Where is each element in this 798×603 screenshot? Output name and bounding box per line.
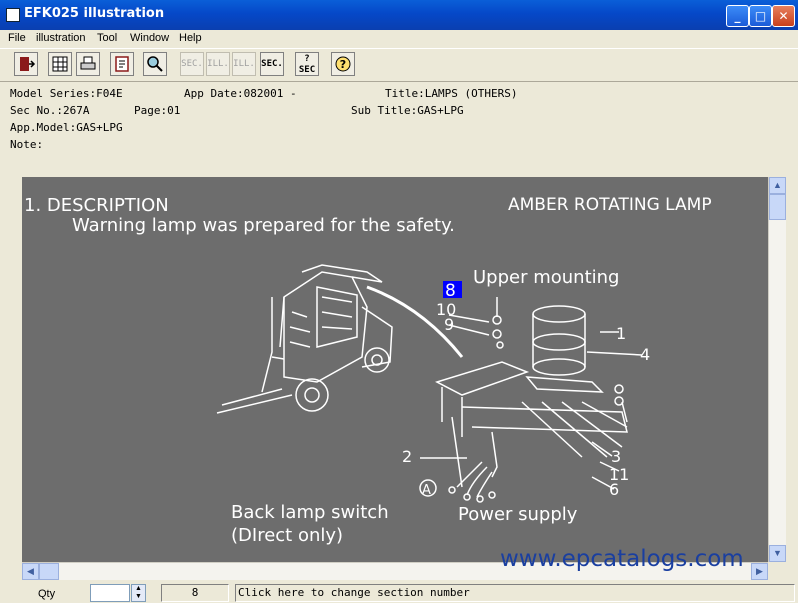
minimize-button[interactable]: _ <box>726 5 749 27</box>
section-number-field[interactable]: 8 <box>161 584 229 602</box>
section-query-label: SEC <box>298 65 316 75</box>
scroll-right-button[interactable]: ▶ <box>751 563 768 580</box>
callout-6[interactable]: 6 <box>609 480 619 499</box>
illustration-canvas: 1. DESCRIPTION AMBER ROTATING LAMP Warni… <box>24 195 712 546</box>
page-number: Page:01 <box>134 104 181 117</box>
index-button[interactable] <box>110 52 134 76</box>
power-supply-label: Power supply <box>458 504 578 525</box>
callout-8[interactable]: 8 <box>445 281 456 301</box>
qty-spinner[interactable]: ▲ ▼ <box>131 584 146 602</box>
search-icon <box>147 56 163 72</box>
search-button[interactable] <box>143 52 167 76</box>
grid-icon <box>52 56 68 72</box>
watermark: www.epcatalogs.com <box>500 546 744 572</box>
info-panel: Model Series:F04E App Date:082001 - Titl… <box>6 84 794 172</box>
direct-only-label: (DIrect only) <box>231 525 343 546</box>
menu-help[interactable]: Help <box>179 32 202 44</box>
maximize-button[interactable]: □ <box>749 5 772 27</box>
previous-section-button[interactable]: SEC. <box>180 52 204 76</box>
back-lamp-switch-label: Back lamp switch <box>231 502 389 523</box>
section-number: Sec No.:267A <box>10 104 90 117</box>
callout-3[interactable]: 3 <box>611 447 621 466</box>
book-icon <box>115 56 129 72</box>
scroll-down-button[interactable]: ▼ <box>769 545 786 562</box>
connector-label: A <box>422 483 431 498</box>
menu-tool[interactable]: Tool <box>97 32 117 44</box>
callout-2[interactable]: 2 <box>402 447 412 466</box>
help-button[interactable]: ? <box>331 52 355 76</box>
callout-9[interactable]: 9 <box>444 315 454 334</box>
callout-1[interactable]: 1 <box>616 324 626 343</box>
status-bar: Qty ▲ ▼ 8 Click here to change section nu… <box>0 583 798 603</box>
qty-label: Qty <box>38 588 56 600</box>
app-date: App Date:082001 - <box>184 87 297 100</box>
change-section-hint[interactable]: Click here to change section number <box>235 584 795 602</box>
menu-window[interactable]: Window <box>130 32 169 44</box>
forklift-drawing <box>216 264 393 414</box>
section-query-mark: ? <box>304 54 310 64</box>
scroll-up-button[interactable]: ▲ <box>769 177 786 194</box>
app-icon <box>6 8 20 22</box>
menu-illustration[interactable]: illustration <box>36 32 86 44</box>
menu-file[interactable]: File <box>8 32 26 44</box>
note: Note: <box>10 138 44 151</box>
app-model: App.Model:GAS+LPG <box>10 121 123 134</box>
qty-input[interactable] <box>90 584 130 602</box>
upper-mounting-label: Upper mounting <box>473 267 619 288</box>
sub-title: Sub Title:GAS+LPG <box>351 104 464 117</box>
help-icon: ? <box>335 56 351 72</box>
svg-text:?: ? <box>340 58 346 71</box>
window-title-bar[interactable]: EFK025 illustration _ □ ✕ <box>0 0 798 30</box>
scroll-left-button[interactable]: ◀ <box>22 563 39 580</box>
section-query-button[interactable]: ? SEC <box>295 52 319 76</box>
illustration-viewport[interactable]: 1. DESCRIPTION AMBER ROTATING LAMP Warni… <box>22 177 768 562</box>
horizontal-scroll-thumb[interactable] <box>39 563 59 580</box>
toolbar: SEC. ILL. ILL. SEC. ? SEC ? <box>0 48 798 82</box>
vertical-scroll-thumb[interactable] <box>769 194 786 220</box>
exit-button[interactable] <box>14 52 38 76</box>
printer-icon <box>80 56 96 70</box>
exit-icon <box>20 57 36 71</box>
next-illustration-button[interactable]: ILL. <box>232 52 256 76</box>
description-text: Warning lamp was prepared for the safety… <box>72 215 455 236</box>
callout-4[interactable]: 4 <box>640 345 650 364</box>
description-heading: 1. DESCRIPTION <box>24 195 169 216</box>
menu-bar: File illustration Tool Window Help <box>0 30 798 48</box>
model-series: Model Series:F04E <box>10 87 123 100</box>
previous-illustration-button[interactable]: ILL. <box>206 52 230 76</box>
vertical-scrollbar[interactable]: ▲ ▼ <box>768 177 786 562</box>
next-section-button[interactable]: SEC. <box>260 52 284 76</box>
parts-title: Title:LAMPS (OTHERS) <box>385 87 518 100</box>
window-title: EFK025 illustration <box>24 6 165 21</box>
print-button[interactable] <box>76 52 100 76</box>
lamp-title: AMBER ROTATING LAMP <box>508 195 712 215</box>
close-button[interactable]: ✕ <box>772 5 795 27</box>
catalog-button[interactable] <box>48 52 72 76</box>
